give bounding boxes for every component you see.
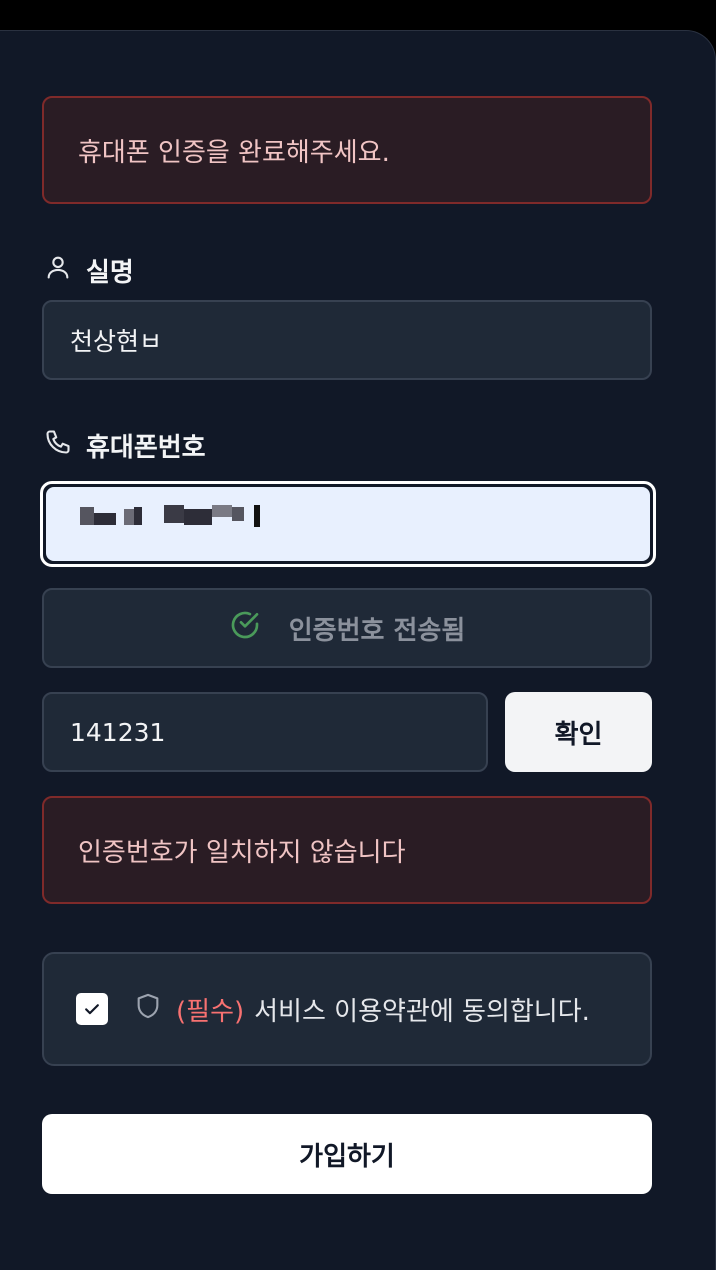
- error-alert-code-mismatch: 인증번호가 일치하지 않습니다: [42, 796, 652, 904]
- phone-icon: [44, 428, 72, 463]
- confirm-code-label: 확인: [554, 719, 603, 750]
- signup-button[interactable]: 가입하기: [42, 1114, 652, 1194]
- confirm-code-button[interactable]: 확인: [505, 692, 652, 772]
- phone-label: 휴대폰번호: [44, 427, 206, 464]
- check-circle-icon: [229, 609, 261, 648]
- name-label-text: 실명: [86, 258, 134, 288]
- signup-button-label: 가입하기: [299, 1141, 395, 1172]
- code-sent-label: 인증번호 전송됨: [288, 615, 466, 646]
- name-input-value: 천상현ㅂ: [70, 327, 163, 356]
- terms-required-tag: (필수): [176, 996, 245, 1027]
- verification-code-input[interactable]: 141231: [42, 692, 488, 772]
- user-icon: [44, 253, 72, 288]
- phone-label-text: 휴대폰번호: [86, 433, 206, 463]
- check-icon: [85, 1004, 99, 1015]
- code-error-text: 인증번호가 일치하지 않습니다: [78, 837, 406, 868]
- name-label: 실명: [44, 252, 134, 289]
- terms-agreement[interactable]: (필수) 서비스 이용약관에 동의합니다.: [42, 952, 652, 1066]
- verification-code-value: 141231: [70, 717, 166, 747]
- terms-text: 서비스 이용약관에 동의합니다.: [254, 996, 590, 1027]
- phone-input[interactable]: [40, 481, 656, 567]
- terms-checkbox[interactable]: [76, 993, 108, 1025]
- error-alert-verification-required: 휴대폰 인증을 완료해주세요.: [42, 96, 652, 204]
- code-sent-button[interactable]: 인증번호 전송됨: [42, 588, 652, 668]
- phone-input-redacted-value: [46, 487, 650, 561]
- error-alert-text: 휴대폰 인증을 완료해주세요.: [78, 137, 390, 168]
- name-input[interactable]: 천상현ㅂ: [42, 300, 652, 380]
- shield-icon: [134, 992, 162, 1027]
